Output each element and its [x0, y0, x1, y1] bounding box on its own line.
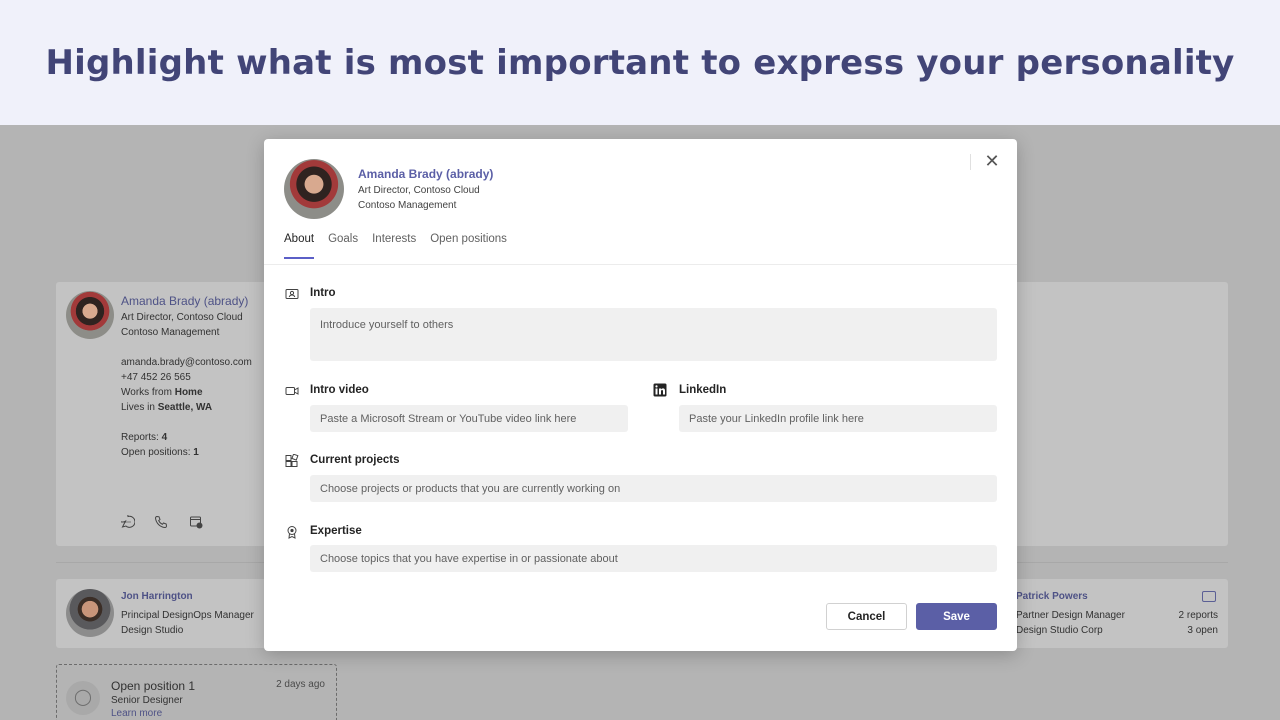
open-count: 3 open — [1187, 625, 1218, 636]
cancel-button[interactable]: Cancel — [826, 603, 907, 630]
profile-email[interactable]: amanda.brady@contoso.com — [121, 357, 252, 368]
tab-goals[interactable]: Goals — [328, 233, 358, 259]
dialog-tabs: About Goals Interests Open positions — [284, 233, 507, 259]
chat-icon[interactable] — [121, 515, 137, 531]
reports-count: 2 reports — [1178, 610, 1218, 621]
tab-open-positions[interactable]: Open positions — [430, 233, 507, 259]
ribbon-icon — [285, 525, 299, 539]
profile-phone[interactable]: +47 452 26 565 — [121, 372, 191, 383]
intro-field[interactable] — [310, 308, 997, 361]
person-org: Design Studio Corp — [1016, 625, 1103, 636]
tab-about[interactable]: About — [284, 233, 315, 259]
apps-icon — [285, 454, 299, 468]
banner-headline: Highlight what is most important to expr… — [45, 42, 1235, 83]
person-name[interactable]: Jon Harrington — [121, 591, 193, 602]
phone-icon[interactable] — [154, 515, 170, 531]
current-projects-label: Current projects — [310, 454, 400, 466]
intro-label: Intro — [310, 287, 336, 299]
linkedin-icon — [653, 383, 667, 397]
learn-more-link[interactable]: Learn more — [111, 708, 162, 719]
person-placeholder-icon: ◯ — [66, 681, 100, 715]
current-projects-field[interactable] — [310, 475, 997, 502]
dialog-profile-department: Contoso Management — [358, 200, 457, 211]
contact-card-icon[interactable] — [1202, 591, 1216, 602]
profile-name[interactable]: Amanda Brady (abrady) — [121, 294, 248, 308]
open-position-age: 2 days ago — [276, 679, 325, 690]
avatar — [66, 589, 114, 637]
linkedin-label: LinkedIn — [679, 384, 727, 396]
close-icon[interactable]: ✕ — [982, 151, 1002, 171]
contact-card-icon — [285, 287, 299, 301]
calendar-icon[interactable] — [189, 515, 205, 531]
video-icon — [285, 384, 299, 398]
dialog-profile-title: Art Director, Contoso Cloud — [358, 185, 480, 196]
edit-profile-dialog: Amanda Brady (abrady) Art Director, Cont… — [264, 139, 1017, 651]
profile-works-from: Works from Home — [121, 387, 203, 398]
person-title: Partner Design Manager — [1016, 610, 1125, 621]
open-position-role: Senior Designer — [111, 695, 183, 706]
person-title: Principal DesignOps Manager — [121, 610, 254, 621]
profile-department: Contoso Management — [121, 327, 220, 338]
tab-divider — [264, 264, 1017, 265]
expertise-label: Expertise — [310, 525, 362, 537]
person-name[interactable]: Patrick Powers — [1016, 591, 1088, 602]
save-button[interactable]: Save — [916, 603, 997, 630]
avatar — [284, 159, 344, 219]
person-org: Design Studio — [121, 625, 184, 636]
dialog-profile-name: Amanda Brady (abrady) — [358, 167, 494, 181]
profile-lives-in: Lives in Seattle, WA — [121, 402, 213, 413]
intro-video-label: Intro video — [310, 384, 369, 396]
avatar — [66, 291, 114, 339]
linkedin-field[interactable] — [679, 405, 997, 432]
tab-interests[interactable]: Interests — [372, 233, 416, 259]
profile-open-positions: Open positions: 1 — [121, 447, 199, 458]
profile-title: Art Director, Contoso Cloud — [121, 312, 243, 323]
open-position-title: Open position 1 — [111, 679, 196, 693]
intro-video-field[interactable] — [310, 405, 628, 432]
profile-reports: Reports: 4 — [121, 432, 168, 443]
expertise-field[interactable] — [310, 545, 997, 572]
header-separator — [970, 154, 971, 170]
banner: Highlight what is most important to expr… — [0, 0, 1280, 125]
